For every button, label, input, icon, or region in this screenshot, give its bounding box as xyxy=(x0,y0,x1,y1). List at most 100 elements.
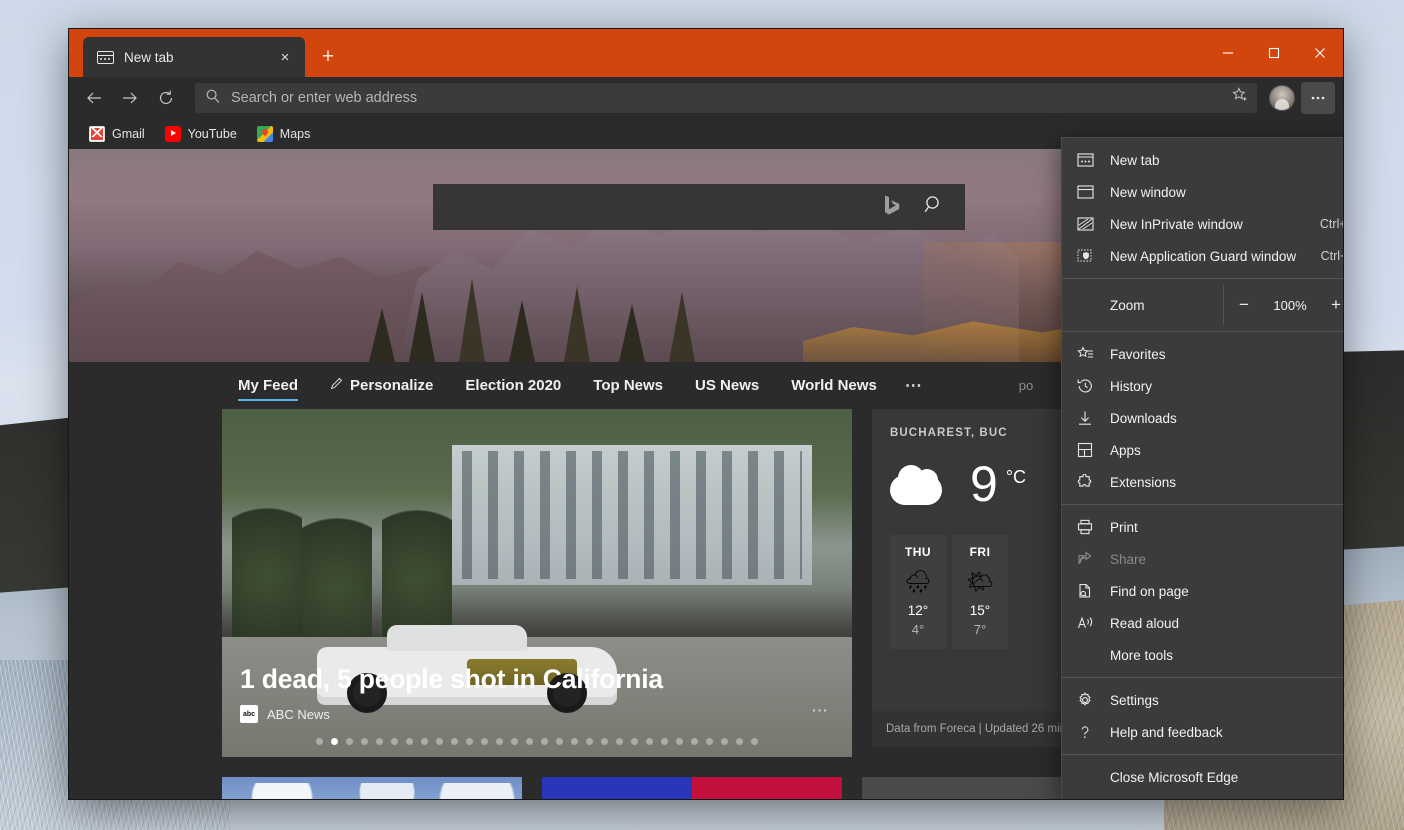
tab-world-news[interactable]: World News xyxy=(775,362,893,409)
menu-item-help-and-feedback[interactable]: Help and feedback › xyxy=(1062,716,1344,748)
menu-item-print[interactable]: Print Ctrl+P xyxy=(1062,511,1344,543)
zoom-row: Zoom − 100% + xyxy=(1062,285,1344,325)
menu-accelerator: Ctrl+Shift+N xyxy=(1320,217,1344,231)
menu-item-history[interactable]: History › xyxy=(1062,370,1344,402)
tree xyxy=(302,497,372,647)
carousel-dot[interactable] xyxy=(466,738,473,745)
carousel-dot[interactable] xyxy=(376,738,383,745)
menu-label: Read aloud xyxy=(1110,616,1344,631)
carousel-dot[interactable] xyxy=(676,738,683,745)
menu-item-new-tab[interactable]: New tab Ctrl+T xyxy=(1062,144,1344,176)
back-arrow-icon[interactable] xyxy=(77,82,111,114)
menu-divider xyxy=(1062,331,1344,332)
tab-top-news[interactable]: Top News xyxy=(577,362,679,409)
menu-label: New Application Guard window xyxy=(1110,249,1307,264)
forecast-day[interactable]: FRI 🌤 15° 7° xyxy=(952,535,1008,649)
maximize-icon[interactable] xyxy=(1251,29,1297,77)
new-tab-icon xyxy=(1074,153,1096,167)
carousel-dot[interactable] xyxy=(616,738,623,745)
apps-icon xyxy=(1074,442,1096,458)
carousel-dot[interactable] xyxy=(601,738,608,745)
star-add-icon[interactable] xyxy=(1232,87,1249,109)
bing-search-box[interactable] xyxy=(433,184,965,230)
nav-label: World News xyxy=(791,377,877,394)
history-icon xyxy=(1074,378,1096,394)
forward-arrow-icon[interactable] xyxy=(113,82,147,114)
menu-item-apps[interactable]: Apps › xyxy=(1062,434,1344,466)
article-more-icon[interactable]: ⋯ xyxy=(811,701,830,721)
weather-temperature: 9 xyxy=(970,459,998,509)
carousel-dot[interactable] xyxy=(751,738,758,745)
zoom-out-button[interactable]: − xyxy=(1224,285,1264,325)
browser-tab[interactable]: New tab × xyxy=(83,37,305,77)
close-icon[interactable]: × xyxy=(273,45,297,69)
carousel-dot[interactable] xyxy=(571,738,578,745)
address-bar[interactable]: Search or enter web address xyxy=(195,83,1257,113)
tab-my-feed[interactable]: My Feed xyxy=(222,362,314,409)
carousel-dot[interactable] xyxy=(346,738,353,745)
menu-item-more-tools[interactable]: More tools › xyxy=(1062,639,1344,671)
browser-toolbar: Search or enter web address xyxy=(69,77,1343,119)
print-icon xyxy=(1074,519,1096,535)
zoom-in-button[interactable]: + xyxy=(1316,285,1344,325)
carousel-dot[interactable] xyxy=(691,738,698,745)
menu-item-new-application-guard-window[interactable]: New Application Guard window Ctrl+Shift+… xyxy=(1062,240,1344,272)
carousel-dot[interactable] xyxy=(406,738,413,745)
menu-item-find-on-page[interactable]: Find on page Ctrl+F xyxy=(1062,575,1344,607)
carousel-dot[interactable] xyxy=(661,738,668,745)
menu-item-extensions[interactable]: Extensions xyxy=(1062,466,1344,498)
menu-item-close-microsoft-edge[interactable]: Close Microsoft Edge xyxy=(1062,761,1344,793)
new-tab-button[interactable]: + xyxy=(313,42,343,72)
carousel-dot[interactable] xyxy=(361,738,368,745)
menu-item-read-aloud[interactable]: Read aloud xyxy=(1062,607,1344,639)
favorites-icon xyxy=(1074,346,1096,362)
carousel-dots[interactable] xyxy=(222,738,852,745)
carousel-dot[interactable] xyxy=(646,738,653,745)
carousel-dot[interactable] xyxy=(631,738,638,745)
carousel-dot[interactable] xyxy=(736,738,743,745)
search-icon[interactable] xyxy=(923,194,945,221)
carousel-dot[interactable] xyxy=(391,738,398,745)
tab-personalize[interactable]: Personalize xyxy=(314,362,449,409)
carousel-dot[interactable] xyxy=(451,738,458,745)
forecast-day[interactable]: THU 🌧 12° 4° xyxy=(890,535,946,649)
flag-card[interactable] xyxy=(542,777,842,800)
carousel-dot[interactable] xyxy=(706,738,713,745)
carousel-dot[interactable] xyxy=(586,738,593,745)
carousel-dot[interactable] xyxy=(421,738,428,745)
menu-item-settings[interactable]: Settings xyxy=(1062,684,1344,716)
menu-divider xyxy=(1062,754,1344,755)
nav-overflow-icon[interactable]: ⋯ xyxy=(893,362,935,409)
refresh-icon[interactable] xyxy=(149,82,183,114)
close-icon[interactable] xyxy=(1297,29,1343,77)
carousel-dot[interactable] xyxy=(721,738,728,745)
menu-item-favorites[interactable]: Favorites › xyxy=(1062,338,1344,370)
carousel-dot[interactable] xyxy=(511,738,518,745)
menu-item-downloads[interactable]: Downloads Ctrl+J xyxy=(1062,402,1344,434)
carousel-dot[interactable] xyxy=(481,738,488,745)
sky-card[interactable] xyxy=(222,777,522,800)
favorite-maps[interactable]: Maps xyxy=(249,123,319,145)
featured-article-card[interactable]: 1 dead, 5 people shot in California ABC … xyxy=(222,409,852,757)
application-guard-icon xyxy=(1074,249,1096,264)
minimize-icon[interactable] xyxy=(1205,29,1251,77)
carousel-dot[interactable] xyxy=(526,738,533,745)
avatar[interactable] xyxy=(1269,85,1295,111)
tab-strip: New tab × + xyxy=(69,29,343,77)
carousel-dot[interactable] xyxy=(496,738,503,745)
carousel-dot[interactable] xyxy=(436,738,443,745)
source-label: ABC News xyxy=(267,707,330,722)
carousel-dot[interactable] xyxy=(316,738,323,745)
tab-us-news[interactable]: US News xyxy=(679,362,775,409)
menu-divider xyxy=(1062,278,1344,279)
carousel-dot[interactable] xyxy=(541,738,548,745)
ellipsis-icon[interactable] xyxy=(1301,82,1335,114)
favorite-youtube[interactable]: YouTube xyxy=(157,123,245,145)
favorite-gmail[interactable]: Gmail xyxy=(81,123,153,145)
menu-item-new-window[interactable]: New window Ctrl+N xyxy=(1062,176,1344,208)
carousel-dot[interactable] xyxy=(331,738,338,745)
menu-item-new-inprivate-window[interactable]: New InPrivate window Ctrl+Shift+N xyxy=(1062,208,1344,240)
share-icon xyxy=(1074,551,1096,567)
carousel-dot[interactable] xyxy=(556,738,563,745)
tab-election-2020[interactable]: Election 2020 xyxy=(449,362,577,409)
